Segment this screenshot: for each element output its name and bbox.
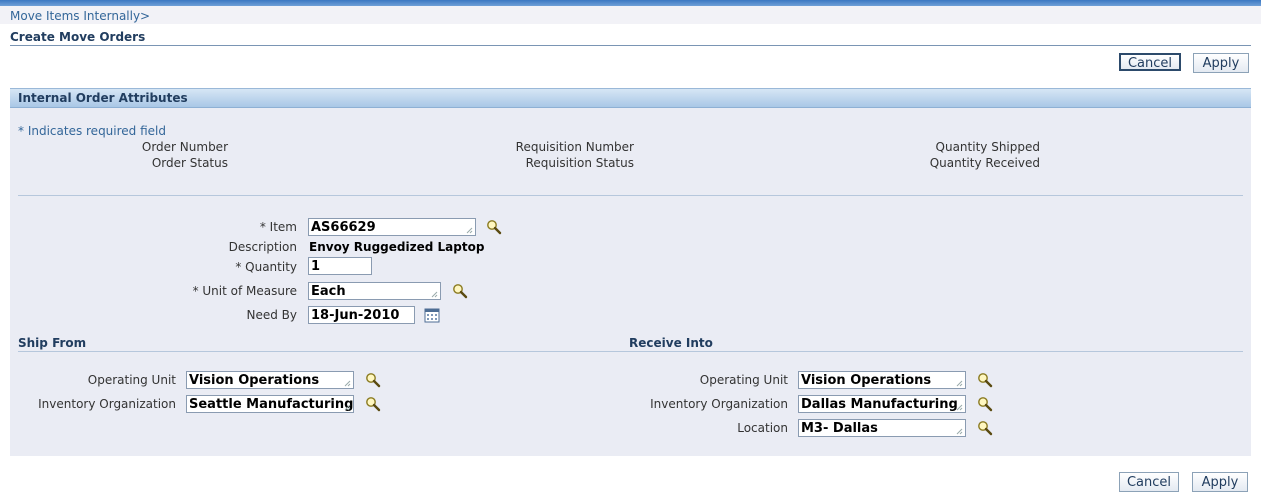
receive-into-inventory-org-label: Inventory Organization <box>650 397 788 411</box>
ship-from-inventory-org-input[interactable] <box>187 396 353 412</box>
quantity-field[interactable] <box>308 257 372 275</box>
quantity-shipped-label: Quantity Shipped <box>935 140 1040 154</box>
uom-field[interactable] <box>308 282 441 300</box>
receive-into-location-input[interactable] <box>799 420 965 436</box>
ship-from-operating-unit-field[interactable] <box>186 371 354 389</box>
cancel-button-bottom[interactable]: Cancel <box>1119 472 1179 492</box>
quantity-received-label: Quantity Received <box>929 156 1040 170</box>
ship-from-inventory-org-search-icon[interactable] <box>365 396 381 412</box>
receive-into-inventory-org-field[interactable] <box>798 395 966 413</box>
description-label: Description <box>228 240 297 254</box>
ship-from-operating-unit-search-icon[interactable] <box>365 372 381 388</box>
resize-grip-icon <box>956 404 963 411</box>
uom-input[interactable] <box>309 283 440 299</box>
need-by-field[interactable] <box>308 306 415 324</box>
receive-into-location-label: Location <box>737 421 788 435</box>
apply-button-top[interactable]: Apply <box>1193 53 1249 73</box>
description-value: Envoy Ruggedized Laptop <box>309 240 485 254</box>
need-by-input[interactable] <box>309 307 414 323</box>
section-header: Internal Order Attributes <box>10 88 1251 108</box>
resize-grip-icon <box>466 227 473 234</box>
item-field[interactable] <box>308 218 476 236</box>
need-by-label: Need By <box>246 308 297 322</box>
uom-label: * Unit of Measure <box>192 284 297 298</box>
quantity-input[interactable] <box>309 258 371 274</box>
item-search-icon[interactable] <box>486 219 502 235</box>
requisition-status-label: Requisition Status <box>525 156 634 170</box>
receive-into-operating-unit-label: Operating Unit <box>699 373 788 387</box>
ship-from-title: Ship From <box>18 336 87 350</box>
section-title: Internal Order Attributes <box>18 91 188 105</box>
title-divider <box>10 45 1251 46</box>
calendar-icon[interactable] <box>424 307 440 323</box>
breadcrumb-bar <box>0 6 1261 24</box>
resize-grip-icon <box>956 380 963 387</box>
receive-into-operating-unit-field[interactable] <box>798 371 966 389</box>
order-status-label: Order Status <box>151 156 228 170</box>
resize-grip-icon <box>956 428 963 435</box>
apply-button-bottom[interactable]: Apply <box>1192 472 1248 492</box>
receive-into-operating-unit-input[interactable] <box>799 372 965 388</box>
resize-grip-icon <box>344 404 351 411</box>
resize-grip-icon <box>431 291 438 298</box>
receive-into-inventory-org-search-icon[interactable] <box>977 396 993 412</box>
receive-into-operating-unit-search-icon[interactable] <box>977 372 993 388</box>
resize-grip-icon <box>344 380 351 387</box>
ship-from-inventory-org-field[interactable] <box>186 395 354 413</box>
breadcrumb-link[interactable]: Move Items Internally <box>10 9 140 23</box>
breadcrumb-separator: > <box>140 9 151 23</box>
ship-from-operating-unit-input[interactable] <box>187 372 353 388</box>
ship-from-operating-unit-label: Operating Unit <box>87 373 176 387</box>
item-input[interactable] <box>309 219 475 235</box>
receive-into-location-field[interactable] <box>798 419 966 437</box>
uom-search-icon[interactable] <box>452 283 468 299</box>
required-field-note: * Indicates required field <box>18 124 167 138</box>
requisition-number-label: Requisition Number <box>515 140 634 154</box>
quantity-label: * Quantity <box>235 260 297 274</box>
item-label: * Item <box>259 220 297 234</box>
order-number-label: Order Number <box>141 140 228 154</box>
cancel-button-top[interactable]: Cancel <box>1119 53 1181 71</box>
receive-into-inventory-org-input[interactable] <box>799 396 965 412</box>
subsection-divider <box>18 351 1243 352</box>
page-title: Create Move Orders <box>10 30 146 44</box>
receive-into-title: Receive Into <box>629 336 713 350</box>
ship-from-inventory-org-label: Inventory Organization <box>38 397 176 411</box>
receive-into-location-search-icon[interactable] <box>977 420 993 436</box>
panel-divider <box>18 195 1243 196</box>
